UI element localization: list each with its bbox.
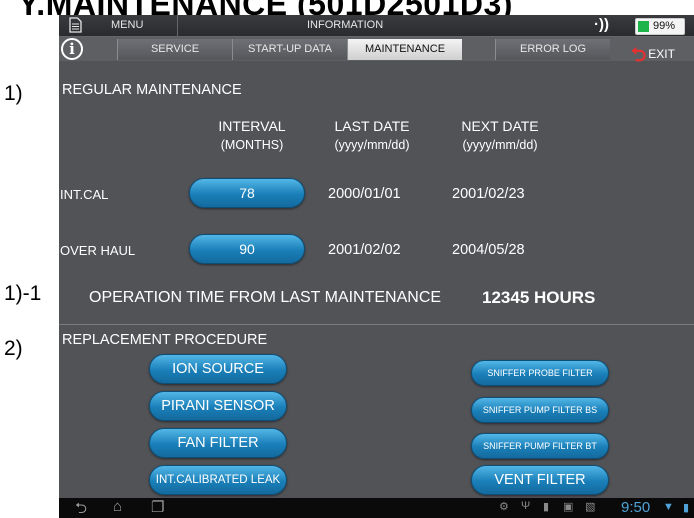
image-icon: ▣	[563, 501, 574, 513]
int-calibrated-leak-button[interactable]: INT.CALIBRATED LEAK	[149, 465, 287, 495]
android-nav-bar: ⮌ ⌂ ❐ ⚙ Ψ ▮ ▣ ▧ 9:50 ▼ ▮	[59, 498, 694, 518]
vent-filter-button[interactable]: VENT FILTER	[471, 465, 609, 495]
last-date-int-cal: 2000/01/01	[328, 186, 401, 202]
tab-service[interactable]: SERVICE	[117, 39, 232, 60]
exit-button[interactable]: ⮌ EXIT	[631, 41, 675, 73]
exit-arrow-icon: ⮌	[631, 45, 647, 66]
battery-percent: 99%	[653, 20, 676, 32]
wifi-icon: ▼	[663, 501, 674, 513]
next-date-int-cal: 2001/02/23	[452, 186, 525, 202]
recent-apps-icon[interactable]: ❐	[151, 498, 164, 516]
tab-maintenance[interactable]: MAINTENANCE	[347, 39, 462, 60]
screenshot-icon: ▧	[585, 501, 596, 513]
interval-header-label: INTERVAL	[218, 118, 286, 134]
device-screen: MENU INFORMATION ·)) 99% i SERVICE START…	[59, 15, 694, 518]
tab-startup-data[interactable]: START-UP DATA	[232, 39, 347, 60]
pirani-sensor-button[interactable]: PIRANI SENSOR	[149, 391, 287, 421]
last-date-header-format: (yyyy/mm/dd)	[334, 138, 410, 152]
section-number-operation: 1)-1	[4, 282, 42, 305]
document-icon[interactable]	[69, 17, 82, 38]
menu-button[interactable]: MENU	[111, 19, 143, 31]
row-label-over-haul: OVER HAUL	[60, 243, 136, 258]
wifi-signal-icon: ·))	[594, 16, 609, 33]
back-icon[interactable]: ⮌	[75, 498, 87, 518]
home-icon[interactable]: ⌂	[113, 498, 122, 515]
interval-header-unit: (MONTHS)	[220, 138, 284, 152]
interval-input-int-cal[interactable]: 78	[189, 178, 305, 208]
ion-source-button[interactable]: ION SOURCE	[149, 354, 287, 384]
battery-indicator: 99%	[635, 18, 685, 35]
row-label-int-cal: INT.CAL	[60, 187, 109, 202]
sniffer-pump-filter-bs-button[interactable]: SNIFFER PUMP FILTER BS	[471, 397, 609, 423]
battery-fill	[638, 21, 649, 32]
screen-title: INFORMATION	[307, 19, 384, 31]
tab-error-log[interactable]: ERROR LOG	[495, 39, 610, 60]
battery-small-icon: ▮	[683, 502, 690, 514]
info-icon[interactable]: i	[61, 38, 83, 60]
sd-card-icon: ▮	[543, 501, 550, 513]
section-divider	[59, 324, 694, 325]
notification-icon: ⚙	[499, 501, 509, 513]
next-date-header-format: (yyyy/mm/dd)	[462, 138, 538, 152]
fan-filter-button[interactable]: FAN FILTER	[149, 428, 287, 458]
section-number-replacement: 2)	[4, 337, 23, 360]
top-status-bar: MENU INFORMATION ·)) 99%	[59, 15, 694, 37]
section-number-regular: 1)	[4, 82, 23, 105]
interval-input-over-haul[interactable]: 90	[189, 234, 305, 264]
exit-label: EXIT	[648, 47, 675, 61]
topbar-divider	[177, 15, 178, 36]
usb-icon: Ψ	[521, 500, 531, 512]
operation-time-value: 12345 HOURS	[482, 288, 596, 307]
last-date-over-haul: 2001/02/02	[328, 242, 401, 258]
last-date-header: LAST DATE (yyyy/mm/dd)	[317, 117, 427, 155]
last-date-header-label: LAST DATE	[334, 118, 410, 134]
next-date-header-label: NEXT DATE	[461, 118, 539, 134]
tab-bar: i SERVICE START-UP DATA MAINTENANCE ERRO…	[59, 37, 694, 66]
sniffer-probe-filter-button[interactable]: SNIFFER PROBE FILTER	[471, 360, 609, 386]
next-date-header: NEXT DATE (yyyy/mm/dd)	[445, 117, 555, 155]
next-date-over-haul: 2004/05/28	[452, 242, 525, 258]
interval-header: INTERVAL (MONTHS)	[197, 117, 307, 155]
sniffer-pump-filter-bt-button[interactable]: SNIFFER PUMP FILTER BT	[471, 433, 609, 459]
replacement-procedure-title: REPLACEMENT PROCEDURE	[62, 332, 268, 348]
operation-time-label: OPERATION TIME FROM LAST MAINTENANCE	[89, 289, 442, 306]
clock: 9:50	[621, 499, 651, 516]
regular-maintenance-title: REGULAR MAINTENANCE	[62, 82, 242, 98]
